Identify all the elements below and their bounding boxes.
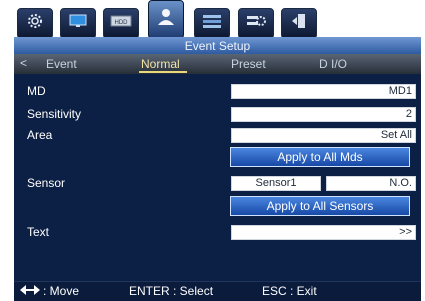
tab-normal[interactable]: Normal <box>141 57 180 71</box>
tab-settings[interactable] <box>17 8 53 39</box>
select-hint: ENTER : Select <box>129 284 214 298</box>
tab-system[interactable] <box>238 8 274 39</box>
exit-door-icon <box>290 12 308 35</box>
system-settings-icon <box>245 12 267 35</box>
area-field[interactable]: Set All <box>231 128 416 143</box>
tab-network[interactable] <box>194 8 230 39</box>
tab-hdd[interactable]: HDD <box>103 8 139 39</box>
tab-exit[interactable] <box>281 8 317 39</box>
network-icon <box>201 12 223 35</box>
sensor-type-field[interactable]: N.O. <box>326 176 416 191</box>
hdd-icon: HDD <box>110 14 132 33</box>
person-icon <box>155 6 177 33</box>
footer-hints: : Move ENTER : Select ESC : Exit <box>14 281 421 301</box>
tab-preset[interactable]: Preset <box>231 57 266 71</box>
tab-dio[interactable]: D I/O <box>319 57 347 71</box>
sensor-field[interactable]: Sensor1 <box>231 176 321 191</box>
tab-display[interactable] <box>60 8 96 39</box>
apply-to-all-mds-button[interactable]: Apply to All Mds <box>230 147 410 167</box>
sub-tab-bar: < Event Normal Preset D I/O <box>14 54 421 74</box>
tab-event-sub[interactable]: Event <box>46 57 77 71</box>
text-field[interactable]: >> <box>231 225 416 240</box>
area-label: Area <box>27 128 53 142</box>
hdd-label: HDD <box>115 20 129 26</box>
window-title: Event Setup <box>14 37 421 54</box>
sensitivity-label: Sensitivity <box>27 107 82 121</box>
sensitivity-field[interactable]: 2 <box>231 107 416 122</box>
monitor-icon <box>68 13 88 34</box>
tab-left-arrow[interactable]: < <box>20 56 27 70</box>
gear-icon <box>26 12 44 35</box>
tab-event[interactable] <box>148 0 184 39</box>
active-tab-indicator <box>139 71 187 73</box>
event-setup-panel: Event Setup < Event Normal Preset D I/O … <box>14 37 421 301</box>
md-label: MD <box>27 84 46 98</box>
sensor-label: Sensor <box>27 176 66 190</box>
move-hint-label: : Move <box>43 284 80 298</box>
exit-hint: ESC : Exit <box>262 284 317 298</box>
move-hint: : Move <box>20 284 79 298</box>
md-field[interactable]: MD1 <box>231 84 416 99</box>
text-label: Text <box>27 225 50 239</box>
left-right-arrows-icon <box>20 284 40 298</box>
apply-to-all-sensors-button[interactable]: Apply to All Sensors <box>230 196 410 216</box>
